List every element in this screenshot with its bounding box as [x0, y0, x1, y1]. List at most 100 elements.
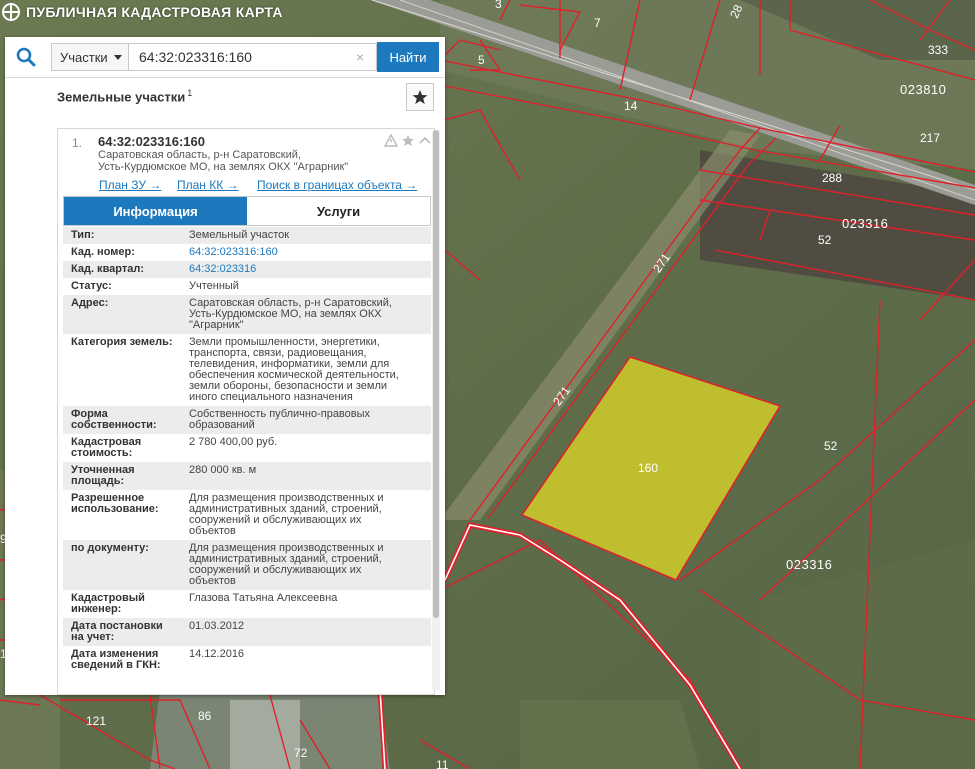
- parcel-label: 11: [436, 758, 449, 769]
- attribute-label: Уточненная площадь:: [63, 465, 183, 487]
- clear-icon[interactable]: ×: [356, 49, 364, 65]
- attribute-value: 14.12.2016: [183, 649, 429, 671]
- attribute-value-line: 01.03.2012: [189, 620, 245, 632]
- attribute-label: Кад. номер:: [63, 247, 183, 258]
- attribute-row: Категория земель: Земли промышленности, э…: [63, 334, 431, 406]
- attribute-label: Статус:: [63, 281, 183, 292]
- attribute-label: Кадастровый инженер:: [63, 593, 183, 615]
- attribute-label-line: Тип:: [71, 229, 95, 241]
- attribute-label: Форма собственности:: [63, 409, 183, 431]
- attribute-value: 01.03.2012: [183, 621, 429, 643]
- attribute-value: 280 000 кв. м: [183, 465, 429, 487]
- attribute-label-line: сведений в ГКН:: [71, 659, 161, 671]
- attribute-value-line[interactable]: 64:32:023316:160: [189, 247, 429, 258]
- attribute-value: Земельный участок: [183, 230, 429, 241]
- parcel-label: 86: [198, 709, 212, 723]
- attribute-value: Глазова Татьяна Алексеевна: [183, 593, 429, 615]
- attribute-row: Статус: Учтенный: [63, 278, 431, 295]
- tab-info[interactable]: Информация: [64, 197, 247, 225]
- attribute-label-line: Адрес:: [71, 297, 109, 309]
- search-type-label: Участки: [60, 49, 108, 65]
- attribute-label-line: площадь:: [71, 475, 125, 487]
- parcel-label: 5: [478, 53, 485, 67]
- attribute-value: Для размещения производственных и админис…: [183, 543, 429, 587]
- attribute-row: Уточненная площадь: 280 000 кв. м: [63, 462, 431, 490]
- attribute-label: Кад. квартал:: [63, 264, 183, 275]
- result-cad-number[interactable]: 64:32:023316:160: [98, 134, 205, 149]
- logo-icon: [2, 3, 20, 21]
- attribute-value-line: 280 000 кв. м: [189, 464, 257, 476]
- attribute-row: Дата постановки на учет: 01.03.2012: [63, 618, 431, 646]
- attribute-label-line: Кад. номер:: [71, 246, 135, 258]
- plan-zu-link[interactable]: План ЗУ →: [99, 178, 161, 192]
- result-address: Саратовская область, р-н Саратовский, Ус…: [98, 149, 388, 173]
- app-header: ПУБЛИЧНАЯ КАДАСТРОВАЯ КАРТА: [0, 0, 283, 24]
- parcel-label: 333: [928, 43, 948, 57]
- quarter-label: 023316: [842, 216, 888, 231]
- attribute-value-line: иного специального назначения: [189, 391, 353, 403]
- attribute-label-line: собственности:: [71, 419, 157, 431]
- attribute-label-line: стоимость:: [71, 447, 133, 459]
- attribute-label: Разрешенное использование:: [63, 493, 183, 537]
- quarter-label: 023316: [786, 557, 832, 572]
- find-button[interactable]: Найти: [377, 42, 439, 72]
- attribute-label: Адрес:: [63, 298, 183, 331]
- result-tabs: Информация Услуги: [63, 196, 431, 226]
- warning-icon[interactable]: [384, 134, 398, 147]
- attribute-label-line: Категория земель:: [71, 336, 173, 348]
- attribute-value: Саратовская область, р-н Саратовский, Уст…: [183, 298, 429, 331]
- attribute-value-line[interactable]: 64:32:023316: [189, 264, 429, 275]
- attribute-value: Учтенный: [183, 281, 429, 292]
- attribute-value-line: 14.12.2016: [189, 648, 245, 660]
- tab-services[interactable]: Услуги: [247, 197, 430, 225]
- chevron-down-icon: [114, 55, 122, 60]
- attribute-row: Разрешенное использование: Для размещения …: [63, 490, 431, 540]
- attribute-value-line: Учтенный: [189, 280, 239, 292]
- star-icon[interactable]: [401, 134, 415, 147]
- attribute-label-line: использование:: [71, 503, 159, 515]
- plan-kk-link[interactable]: План КК →: [177, 178, 239, 192]
- search-in-bounds-link[interactable]: Поиск в границах объекта →: [257, 178, 417, 192]
- result-card[interactable]: 1. 64:32:023316:160 Саратовская область,…: [57, 128, 435, 695]
- attribute-value-line: Земельный участок: [189, 229, 290, 241]
- star-icon: [412, 90, 428, 104]
- highlighted-parcel-label: 160: [638, 461, 658, 475]
- attribute-value-line: образований: [189, 419, 255, 431]
- attribute-value: Для размещения производственных и админис…: [183, 493, 429, 537]
- scrollbar-thumb[interactable]: [433, 130, 439, 618]
- search-type-select[interactable]: Участки: [51, 43, 129, 71]
- quarter-label: 023810: [900, 82, 946, 97]
- result-address-line: Усть-Курдюмское МО, на землях ОКХ "Аграр…: [98, 161, 349, 173]
- search-input[interactable]: [129, 43, 377, 71]
- favorites-button[interactable]: [406, 83, 434, 111]
- card-actions: [384, 134, 432, 147]
- parcel-label: 7: [594, 16, 601, 30]
- attribute-label: по документу:: [63, 543, 183, 587]
- chevron-up-icon[interactable]: [418, 134, 432, 147]
- result-number: 1.: [72, 136, 83, 150]
- attribute-label: Тип:: [63, 230, 183, 241]
- result-address-line: Саратовская область, р-н Саратовский,: [98, 149, 301, 161]
- parcel-label: 288: [822, 171, 842, 185]
- attribute-value-link[interactable]: 64:32:023316:160: [183, 247, 429, 258]
- attribute-row: Адрес: Саратовская область, р-н Саратовск…: [63, 295, 431, 334]
- parcel-label: 72: [294, 746, 308, 760]
- attribute-label-line: инженер:: [71, 603, 122, 615]
- search-icon[interactable]: [15, 46, 37, 68]
- parcel-label: 52: [824, 439, 838, 453]
- attribute-value: 2 780 400,00 руб.: [183, 437, 429, 459]
- app-title: ПУБЛИЧНАЯ КАДАСТРОВАЯ КАРТА: [26, 4, 283, 20]
- attribute-label-line: на учет:: [71, 631, 115, 643]
- attribute-label: Дата постановки на учет:: [63, 621, 183, 643]
- attribute-value-link[interactable]: 64:32:023316: [183, 264, 429, 275]
- attribute-value-line: 2 780 400,00 руб.: [189, 436, 278, 448]
- parcel-label: 52: [818, 233, 832, 247]
- attribute-value-line: "Аграрник": [189, 319, 244, 331]
- parcel-label: 217: [920, 131, 940, 145]
- attribute-value: Собственность публично-правовых образован…: [183, 409, 429, 431]
- attribute-label-line: Статус:: [71, 280, 112, 292]
- section-title-text: Земельные участки: [57, 89, 186, 105]
- attribute-label: Кадастровая стоимость:: [63, 437, 183, 459]
- attribute-value-line: объектов: [189, 525, 236, 537]
- attribute-row: Тип: Земельный участок: [63, 227, 431, 244]
